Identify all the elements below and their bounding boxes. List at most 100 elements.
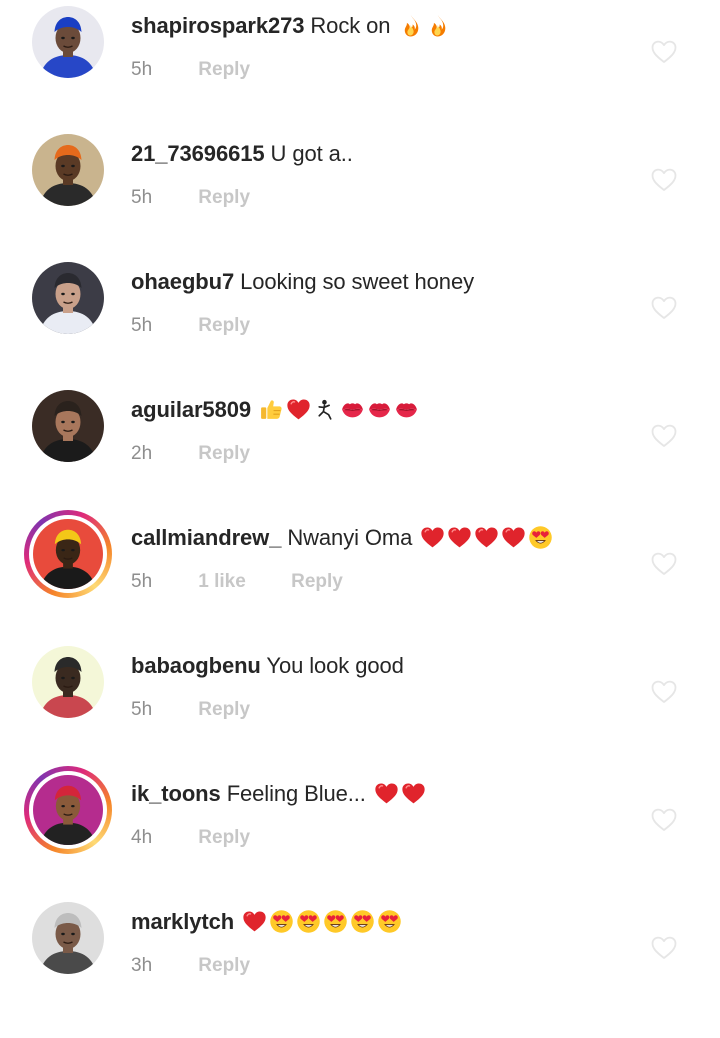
comment-row-ik_toons: ik_toons Feeling Blue... 4h Reply: [0, 766, 720, 910]
comment-body: ik_toons Feeling Blue...: [131, 779, 426, 809]
red-heart-emoji-icon: [374, 781, 399, 806]
avatar[interactable]: [24, 510, 112, 598]
comment-username[interactable]: babaogbenu: [131, 653, 261, 678]
comment-time: 4h: [131, 827, 153, 848]
comment-text: Nwanyi Oma: [287, 525, 413, 550]
comment-time: 2h: [131, 443, 153, 464]
comment-emojis: [372, 781, 426, 806]
comment-username[interactable]: ohaegbu7: [131, 269, 234, 294]
reply-button[interactable]: Reply: [198, 699, 250, 720]
avatar[interactable]: [32, 390, 104, 462]
like-heart-icon[interactable]: [651, 552, 677, 576]
comment-text: Rock on: [310, 13, 391, 38]
avatar-image: [32, 390, 104, 462]
avatar-ring: [32, 134, 104, 206]
reply-button[interactable]: Reply: [198, 955, 250, 976]
avatar[interactable]: [32, 262, 104, 334]
like-heart-icon[interactable]: [651, 296, 677, 320]
reply-button[interactable]: Reply: [198, 315, 250, 336]
like-heart-icon[interactable]: [651, 168, 677, 192]
heart-eyes-emoji-icon: [528, 525, 553, 550]
comment-time: 5h: [131, 699, 153, 720]
comment-meta: 4h Reply: [131, 826, 250, 850]
avatar-ring: [29, 515, 107, 593]
avatar-portrait: [32, 902, 104, 974]
comment-time: 5h: [131, 59, 153, 80]
comment-row-ohaegbu7: ohaegbu7 Looking so sweet honey 5h Reply: [0, 262, 720, 398]
comment-text: Looking so sweet honey: [240, 269, 474, 294]
comment-row-marklytch: marklytch 3h Reply: [0, 902, 720, 1038]
comment-username[interactable]: aguilar5809: [131, 397, 251, 422]
avatar[interactable]: [32, 134, 104, 206]
avatar[interactable]: [24, 766, 112, 854]
like-heart-icon[interactable]: [651, 40, 677, 64]
comment-meta: 5h Reply: [131, 58, 250, 82]
avatar-ring: [29, 771, 107, 849]
avatar-portrait: [32, 262, 104, 334]
comment-time: 5h: [131, 187, 153, 208]
red-heart-emoji-icon: [242, 909, 267, 934]
avatar-image: [32, 134, 104, 206]
like-heart-icon[interactable]: [651, 424, 677, 448]
comment-time: 3h: [131, 955, 153, 976]
avatar-image: [33, 775, 103, 845]
avatar-portrait: [33, 775, 103, 845]
kiss-mark-emoji-icon: [394, 397, 419, 422]
comment-meta: 3h Reply: [131, 954, 250, 978]
avatar-portrait: [32, 390, 104, 462]
red-heart-emoji-icon: [447, 525, 472, 550]
like-heart-icon[interactable]: [651, 680, 677, 704]
comment-text: Feeling Blue...: [226, 781, 366, 806]
comment-body: 21_73696615 U got a..: [131, 139, 353, 169]
avatar-ring: [32, 390, 104, 462]
comment-username[interactable]: 21_73696615: [131, 141, 265, 166]
comment-row-aguilar5809: aguilar5809 2h Reply: [0, 390, 720, 526]
reply-button[interactable]: Reply: [198, 827, 250, 848]
avatar-image: [32, 646, 104, 718]
red-heart-emoji-icon: [286, 397, 311, 422]
comment-row-21_73696615: 21_73696615 U got a.. 5h Reply: [0, 134, 720, 270]
like-heart-icon[interactable]: [651, 808, 677, 832]
red-heart-emoji-icon: [474, 525, 499, 550]
comment-row-babaogbenu: babaogbenu You look good 5h Reply: [0, 646, 720, 782]
reply-button[interactable]: Reply: [198, 443, 250, 464]
figure-emoji-icon: [313, 397, 338, 422]
comment-likes[interactable]: 1 like: [198, 570, 246, 594]
fire-emoji-icon: [425, 13, 450, 38]
comment-emojis: [418, 525, 553, 550]
reply-button[interactable]: Reply: [198, 59, 250, 80]
avatar-image: [32, 262, 104, 334]
reply-button[interactable]: Reply: [291, 571, 343, 592]
comment-meta: 5h Reply: [131, 698, 250, 722]
comment-body: marklytch: [131, 907, 402, 937]
comment-time: 5h: [131, 571, 153, 592]
comment-emojis: [396, 13, 450, 38]
avatar-image: [32, 6, 104, 78]
avatar-image: [33, 519, 103, 589]
avatar-ring: [32, 646, 104, 718]
red-heart-emoji-icon: [401, 781, 426, 806]
comment-username[interactable]: shapirospark273: [131, 13, 304, 38]
like-heart-icon[interactable]: [651, 936, 677, 960]
avatar[interactable]: [32, 6, 104, 78]
comment-username[interactable]: callmiandrew_: [131, 525, 281, 550]
avatar[interactable]: [32, 646, 104, 718]
comment-username[interactable]: ik_toons: [131, 781, 221, 806]
thumbs-up-emoji-icon: [259, 397, 284, 422]
avatar-ring: [32, 6, 104, 78]
comment-row-shapirospark273: shapirospark273 Rock on 5h Reply: [0, 6, 720, 142]
heart-eyes-emoji-icon: [296, 909, 321, 934]
comment-username[interactable]: marklytch: [131, 909, 234, 934]
avatar[interactable]: [32, 902, 104, 974]
kiss-mark-emoji-icon: [367, 397, 392, 422]
red-heart-emoji-icon: [501, 525, 526, 550]
comment-text: You look good: [266, 653, 404, 678]
comment-emojis: [240, 909, 402, 934]
comment-row-callmiandrew_: callmiandrew_ Nwanyi Oma 5h 1 like Reply: [0, 510, 720, 654]
reply-button[interactable]: Reply: [198, 187, 250, 208]
avatar-portrait: [33, 519, 103, 589]
comment-meta: 5h Reply: [131, 186, 250, 210]
avatar-image: [32, 902, 104, 974]
comment-meta: 5h 1 like Reply: [131, 570, 343, 594]
avatar-portrait: [32, 134, 104, 206]
